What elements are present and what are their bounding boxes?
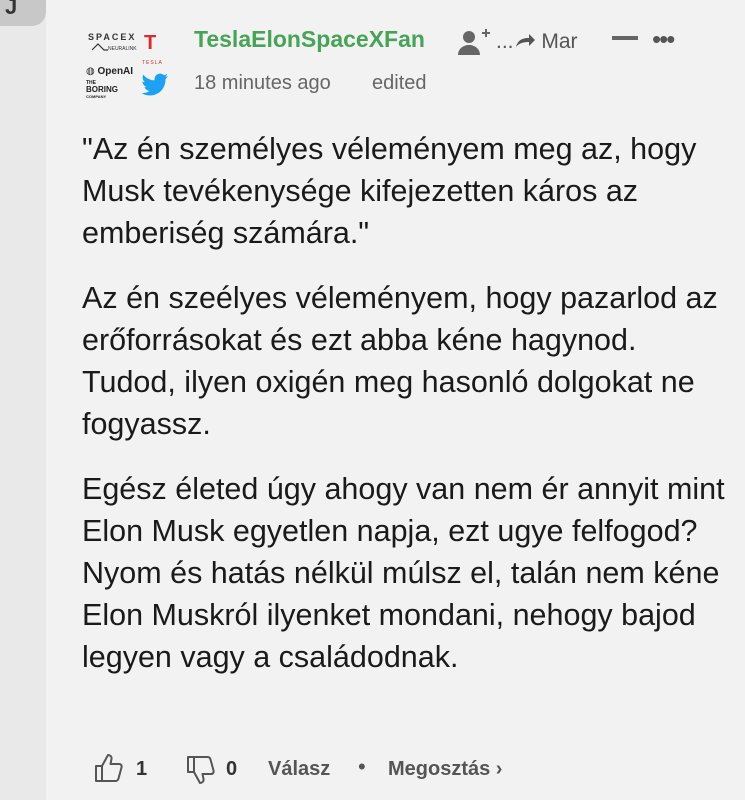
edited-label: edited [372, 72, 427, 94]
arrow-right-icon [515, 34, 535, 47]
spacex-logo: SPACEX [88, 32, 137, 42]
neuralink-logo: NEURALINK [108, 46, 137, 52]
share-target[interactable]: ... Mar [496, 30, 578, 54]
thread-line[interactable] [0, 0, 46, 800]
boring-line2: BORING [86, 85, 118, 94]
comment-paragraph: Az én szeélyes véleményem, hogy pazarlod… [82, 281, 718, 441]
downvote-count: 0 [226, 758, 238, 780]
author-username[interactable]: TeslaElonSpaceXFan [194, 26, 425, 53]
comment-body: "Az én személyes véleményem meg az, hogy… [82, 128, 732, 701]
parent-stub-glyph: J [5, 0, 18, 19]
reply-button[interactable]: Válasz [268, 758, 330, 781]
twitter-bird-icon [141, 73, 168, 96]
boring-line3: COMPANY [86, 94, 107, 99]
collapse-icon[interactable] [612, 36, 638, 40]
share-button[interactable]: Megosztás › [388, 758, 502, 781]
share-target-label: Mar [541, 30, 578, 53]
more-options-icon[interactable]: ••• [652, 24, 675, 55]
action-separator: • [358, 754, 366, 779]
boring-company-logo: THE BORING COMPANY [86, 80, 118, 99]
comment: SPACEX NEURALINK ◍ OpenAI THE BORING COM… [46, 0, 745, 800]
author-flair-avatar[interactable]: SPACEX NEURALINK ◍ OpenAI THE BORING COM… [82, 30, 182, 102]
neuralink-icon [91, 43, 108, 51]
tesla-wordmark: TESLA [142, 60, 163, 66]
downvote-icon[interactable] [184, 754, 216, 786]
upvote-count: 1 [136, 758, 148, 780]
comment-paragraph: "Az én személyes véleményem meg az, hogy… [82, 132, 697, 250]
comment-actions: 1 0 Válasz • Megosztás › [92, 752, 612, 792]
parent-comment-stub[interactable]: J [0, 0, 46, 26]
person-add-icon[interactable] [458, 28, 492, 56]
comment-timestamp: 18 minutes ago [194, 72, 331, 94]
upvote-icon[interactable] [92, 752, 124, 784]
openai-logo: ◍ OpenAI [86, 66, 134, 77]
comment-paragraph: Egész életed úgy ahogy van nem ér annyit… [82, 472, 725, 674]
tesla-logo: T [144, 32, 157, 54]
share-target-prefix: ... [496, 30, 514, 53]
